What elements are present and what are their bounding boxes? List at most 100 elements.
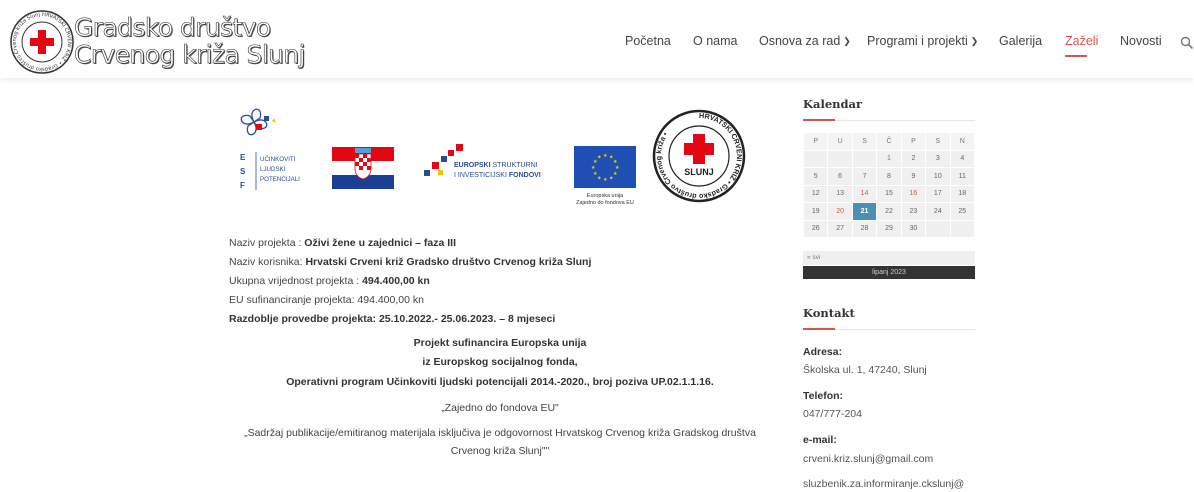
calendar-day[interactable]: 2 <box>900 149 927 168</box>
esif-funds-logo: EUROPSKI STRUKTURNI I INVESTICIJSKI FOND… <box>424 144 541 179</box>
calendar-day[interactable]: 5 <box>802 167 829 186</box>
calendar-day[interactable]: 27 <box>827 219 853 238</box>
eu-flag-icon: ★ ★★ ★★★ ★★★ ★★★ Europska unija Zajedno d… <box>574 146 636 206</box>
calendar-day[interactable]: 11 <box>949 167 976 186</box>
esf-logo: E S F UČINKOVITI LJUDSKI POTENCIJALI <box>240 108 300 190</box>
calendar-prev-link[interactable]: « svi <box>803 251 975 265</box>
calendar-day[interactable]: 21 <box>851 202 878 221</box>
nav-item-pocetna[interactable]: Početna <box>625 34 671 48</box>
svg-text:★: ★ <box>603 177 608 183</box>
esf-line-2: LJUDSKI <box>260 166 286 173</box>
calendar-day[interactable]: 3 <box>925 149 951 168</box>
calendar-day[interactable]: 1 <box>876 149 902 168</box>
esif-line-2b: FONDOVI <box>509 172 541 179</box>
address-label: Adresa: <box>803 346 843 358</box>
svg-text:★: ★ <box>609 176 614 182</box>
email-value[interactable]: crveni.kriz.slunj@gmail.com <box>803 453 933 465</box>
calendar-day[interactable]: 9 <box>900 167 927 186</box>
funding-logos-strip: E S F UČINKOVITI LJUDSKI POTENCIJALI EUR… <box>240 108 746 206</box>
svg-text:★: ★ <box>597 155 602 161</box>
svg-text:★: ★ <box>597 176 602 182</box>
calendar-day[interactable]: 24 <box>925 202 951 221</box>
calendar-day[interactable]: 18 <box>949 184 976 203</box>
calendar-week-row: 12 13 14 15 16 17 18 <box>802 184 976 203</box>
esf-letter-e: E <box>240 153 246 162</box>
calendar-day[interactable]: 14 <box>851 184 878 203</box>
esf-letter-f: F <box>240 181 245 190</box>
croatian-flag-icon <box>332 147 394 189</box>
esif-line-1b: STRUKTURNI <box>493 162 538 169</box>
calendar-day[interactable]: 6 <box>827 167 853 186</box>
calendar-day[interactable]: 26 <box>802 219 829 238</box>
calendar-day[interactable]: 23 <box>900 202 927 221</box>
search-icon[interactable] <box>1180 36 1194 50</box>
project-name-value: Oživi žene u zajednici – faza III <box>304 237 457 249</box>
calendar-week-row: 5 6 7 8 9 10 11 <box>802 167 976 186</box>
nav-item-galerija[interactable]: Galerija <box>999 34 1042 48</box>
esf-line-1: UČINKOVITI <box>260 156 296 163</box>
phone-value[interactable]: 047/777-204 <box>803 408 862 420</box>
calendar-day[interactable]: 12 <box>802 184 829 203</box>
eu-caption-2: Zajedno do fondova EU <box>576 200 634 206</box>
calendar-weekday: P <box>802 132 829 151</box>
esf-letter-s: S <box>240 167 246 176</box>
total-value-amount: 494.400,00 kn <box>362 275 430 287</box>
nav-item-programi-i-projekti[interactable]: Programi i projekti ❯ <box>867 34 978 48</box>
total-value-row: Ukupna vrijednost projekta : 494.400,00 … <box>229 275 430 287</box>
calendar-day[interactable]: 4 <box>949 149 976 168</box>
calendar-weekday: S <box>925 132 951 151</box>
logo-line-1: Gradsko društvo <box>74 13 272 42</box>
calendar-empty-cell <box>851 149 878 168</box>
calendar-day[interactable]: 10 <box>925 167 951 186</box>
email2-value[interactable]: sluzbenik.za.informiranje.ckslunj@ <box>803 478 964 490</box>
site-logo-text[interactable]: Gradsko društvo Crvenog križa Slunj <box>74 13 306 69</box>
eu-cofinancing-text: EU sufinanciranje projekta: 494.400,00 k… <box>229 294 424 306</box>
project-period-text: Razdoblje provedbe projekta: 25.10.2022.… <box>229 313 556 325</box>
hck-center-text: SLUNJ <box>684 167 714 177</box>
red-cross-badge-icon[interactable]: HRVATSKI CRVENI KRIŽ • Gradsko društvo C… <box>10 10 74 74</box>
svg-text:★: ★ <box>591 165 596 171</box>
calendar-day[interactable]: 7 <box>851 167 878 186</box>
svg-text:EUROPSKI STRUKTURNI: EUROPSKI STRUKTURNI <box>454 162 538 169</box>
calendar-day[interactable]: 13 <box>827 184 853 203</box>
calendar-day[interactable]: 16 <box>900 184 927 203</box>
esif-line-1a: EUROPSKI <box>454 162 491 169</box>
calendar-day[interactable]: 19 <box>802 202 829 221</box>
total-value-label: Ukupna vrijednost projekta : <box>229 275 360 287</box>
calendar-day[interactable]: 15 <box>876 184 902 203</box>
address-value: Školska ul. 1, 47240, Slunj <box>803 364 927 376</box>
disclaimer-line-2: Crvenog križa Slunj"" <box>450 445 550 457</box>
nav-item-zazeli[interactable]: Zaželi <box>1065 34 1098 48</box>
site-header: HRVATSKI CRVENI KRIŽ • Gradsko društvo C… <box>0 0 1194 78</box>
cofinance-line-2: iz Europskog socijalnog fonda, <box>422 356 578 368</box>
calendar-day[interactable]: 8 <box>876 167 902 186</box>
calendar-day[interactable]: 17 <box>925 184 951 203</box>
contact-title-accent <box>803 328 835 330</box>
hck-slunj-logo: SLUNJ HRVATSKI CRVENI KRIŽ • Gradsko dru… <box>652 109 746 203</box>
calendar-empty-cell <box>949 219 976 238</box>
calendar-day[interactable]: 22 <box>876 202 902 221</box>
calendar-grid: PUSČPSN 1 2 3 4 5 6 7 8 9 10 11 12 13 14 15 16 17 18 19 20 2… <box>802 132 976 238</box>
calendar-day[interactable]: 25 <box>949 202 976 221</box>
esf-line-3: POTENCIJALI <box>260 176 300 183</box>
svg-text:I INVESTICIJSKI FONDOVI: I INVESTICIJSKI FONDOVI <box>454 172 541 179</box>
nav-item-o-nama[interactable]: O nama <box>693 34 737 48</box>
calendar-weekday: N <box>949 132 976 151</box>
eu-caption-1: Europska unija <box>587 193 624 199</box>
calendar-day[interactable]: 30 <box>900 219 927 238</box>
nav-item-novosti[interactable]: Novosti <box>1120 34 1162 48</box>
project-name-row: Naziv projekta : Oživi žene u zajednici … <box>229 237 456 249</box>
calendar-day[interactable]: 28 <box>851 219 878 238</box>
phone-label: Telefon: <box>803 390 844 402</box>
project-name-label: Naziv projekta : <box>229 237 302 249</box>
calendar-day[interactable]: 29 <box>876 219 902 238</box>
calendar-month-label: lipanj 2023 <box>803 266 975 279</box>
calendar-day[interactable]: 20 <box>827 202 853 221</box>
disclaimer-line-1: „Sadržaj publikacije/emitiranog materija… <box>244 427 756 439</box>
svg-text:★: ★ <box>613 171 618 177</box>
calendar-weekday: S <box>851 132 878 151</box>
calendar-empty-cell <box>802 149 829 168</box>
svg-text:★: ★ <box>593 171 598 177</box>
calendar-widget-title: Kalendar <box>803 97 863 111</box>
nav-item-osnova-za-rad[interactable]: Osnova za rad ❯ <box>759 34 851 48</box>
